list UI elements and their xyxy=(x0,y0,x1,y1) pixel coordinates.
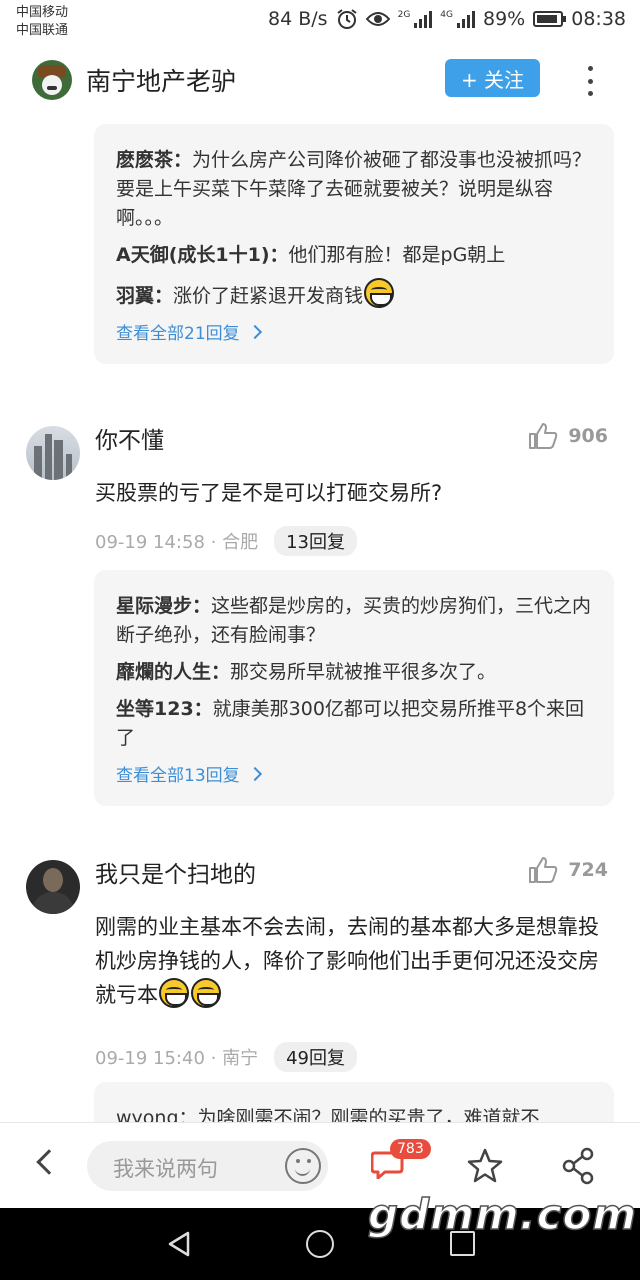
comment-text: 刚需的业主基本不会去闹，去闹的基本都大多是想靠投机炒房挣钱的人，降价了影响他们出… xyxy=(95,910,610,1012)
reply-author[interactable]: 靡爛的人生： xyxy=(116,661,230,683)
comment-author[interactable]: 你不懂 xyxy=(95,426,164,456)
status-icons: 84 B/s 2G 4G 89% 08:38 xyxy=(268,8,626,30)
signal-4g-icon: 4G xyxy=(440,10,475,28)
carrier-2: 中国联通 xyxy=(16,23,69,38)
reply-author[interactable]: A天御(成长1十1)： xyxy=(116,244,289,266)
reply-count-button[interactable]: 49回复 xyxy=(274,1042,357,1072)
reply-text: 涨价了赶紧退开发商钱 xyxy=(173,285,364,307)
grin-emoji-icon xyxy=(191,978,221,1008)
time-text: 09-19 15:40 xyxy=(95,1048,205,1069)
page-title[interactable]: 南宁地产老驴 xyxy=(86,62,236,98)
see-all-label: 查看全部21回复 xyxy=(116,324,240,344)
see-all-label: 查看全部13回复 xyxy=(116,766,240,786)
net-2g-label: 2G xyxy=(397,10,411,20)
comment-input-placeholder: 我来说两句 xyxy=(113,1157,218,1181)
status-bar: 中国移动 中国联通 84 B/s 2G 4G 89% 08:38 xyxy=(0,0,640,44)
battery-percent: 89% xyxy=(483,8,526,30)
user-avatar[interactable] xyxy=(26,860,80,914)
see-all-replies-link[interactable]: 查看全部13回复 xyxy=(116,761,592,786)
more-options-icon[interactable] xyxy=(584,66,596,96)
reply-item: 靡爛的人生：那交易所早就被推平很多次了。 xyxy=(116,658,592,687)
user-avatar[interactable] xyxy=(26,426,80,480)
like-count: 724 xyxy=(568,859,608,881)
reply-box[interactable]: 星际漫步：这些都是炒房的，买贵的炒房狗们，三代之内断子绝孙，还有脸闹事？ 靡爛的… xyxy=(94,570,614,806)
reply-box[interactable]: wyong：为啥刚需不闹？刚需的买贵了，难道就不 xyxy=(94,1082,614,1122)
reply-item: 羽翼：涨价了赶紧退开发商钱 xyxy=(116,278,592,311)
like-count: 906 xyxy=(568,425,608,447)
comment-input[interactable]: 我来说两句 xyxy=(87,1141,328,1191)
reply-count-button[interactable]: 13回复 xyxy=(274,526,357,556)
grin-emoji-icon xyxy=(159,978,189,1008)
network-speed: 84 B/s xyxy=(268,8,328,30)
back-arrow-icon[interactable] xyxy=(36,1149,62,1175)
battery-fill xyxy=(537,15,558,23)
follow-button[interactable]: + 关注 xyxy=(445,59,540,97)
location-text: 南宁 xyxy=(222,1048,259,1069)
reply-item: A天御(成长1十1)：他们那有脸！都是pG朝上 xyxy=(116,241,592,270)
like-button[interactable]: 906 xyxy=(528,422,608,450)
reply-text: 那交易所早就被推平很多次了。 xyxy=(230,661,497,683)
net-4g-label: 4G xyxy=(440,10,453,20)
reply-item: 麽麽茶：为什么房产公司降价被砸了都没事也没被抓吗？要是上午买菜下午菜降了去砸就要… xyxy=(116,146,592,233)
screen: 中国移动 中国联通 84 B/s 2G 4G 89% 08:38 南宁地产老驴 … xyxy=(0,0,640,1280)
comment-meta: 09-19 14:58 · 合肥 13回复 xyxy=(95,526,357,556)
chevron-right-icon xyxy=(247,766,262,781)
thumb-up-icon xyxy=(529,857,558,883)
reply-author[interactable]: 羽翼： xyxy=(116,285,173,307)
watermark-text: gdmm.com xyxy=(367,1189,638,1240)
alarm-icon xyxy=(336,9,357,29)
reply-item: 星际漫步：这些都是炒房的，买贵的炒房狗们，三代之内断子绝孙，还有脸闹事？ xyxy=(116,592,592,650)
comment-count-badge: 783 xyxy=(390,1139,431,1159)
location-text: 合肥 xyxy=(222,532,259,553)
thumb-up-icon xyxy=(529,423,558,449)
reply-author[interactable]: 坐等123： xyxy=(116,698,213,720)
like-button[interactable]: 724 xyxy=(528,856,608,884)
reply-author[interactable]: 麽麽茶： xyxy=(116,149,192,171)
page-header: 南宁地产老驴 + 关注 xyxy=(0,44,640,116)
reply-author[interactable]: 星际漫步： xyxy=(116,595,211,617)
reply-item: wyong：为啥刚需不闹？刚需的买贵了，难道就不 xyxy=(116,1107,540,1122)
author-avatar[interactable] xyxy=(32,60,72,100)
comment-time: 09-19 14:58 · 合肥 xyxy=(95,532,259,553)
comment-author[interactable]: 我只是个扫地的 xyxy=(95,860,256,890)
clock: 08:38 xyxy=(571,8,626,30)
carrier-1: 中国移动 xyxy=(16,5,69,20)
comment-list: 麽麽茶：为什么房产公司降价被砸了都没事也没被抓吗？要是上午买菜下午菜降了去砸就要… xyxy=(0,116,640,1122)
favorite-star-icon[interactable] xyxy=(466,1147,504,1185)
chevron-right-icon xyxy=(247,324,262,339)
eye-icon xyxy=(365,12,390,26)
battery-icon xyxy=(533,11,567,27)
carrier-info: 中国移动 中国联通 xyxy=(16,4,68,40)
nav-back-icon[interactable] xyxy=(166,1230,194,1258)
nav-home-icon[interactable] xyxy=(306,1230,334,1258)
signal-2g-icon: 2G xyxy=(398,10,433,28)
emoji-icon[interactable] xyxy=(285,1148,321,1184)
time-text: 09-19 14:58 xyxy=(95,532,205,553)
reply-text: 他们那有脸！都是pG朝上 xyxy=(288,244,506,266)
see-all-replies-link[interactable]: 查看全部21回复 xyxy=(116,319,592,344)
comment-meta: 09-19 15:40 · 南宁 49回复 xyxy=(95,1042,357,1072)
grin-emoji-icon xyxy=(364,278,395,308)
reply-item: 坐等123：就康美那300亿都可以把交易所推平8个来回了 xyxy=(116,695,592,753)
share-icon[interactable] xyxy=(560,1147,596,1185)
reply-box[interactable]: 麽麽茶：为什么房产公司降价被砸了都没事也没被抓吗？要是上午买菜下午菜降了去砸就要… xyxy=(94,124,614,364)
comment-text: 买股票的亏了是不是可以打砸交易所? xyxy=(95,481,443,505)
comment-time: 09-19 15:40 · 南宁 xyxy=(95,1048,259,1069)
